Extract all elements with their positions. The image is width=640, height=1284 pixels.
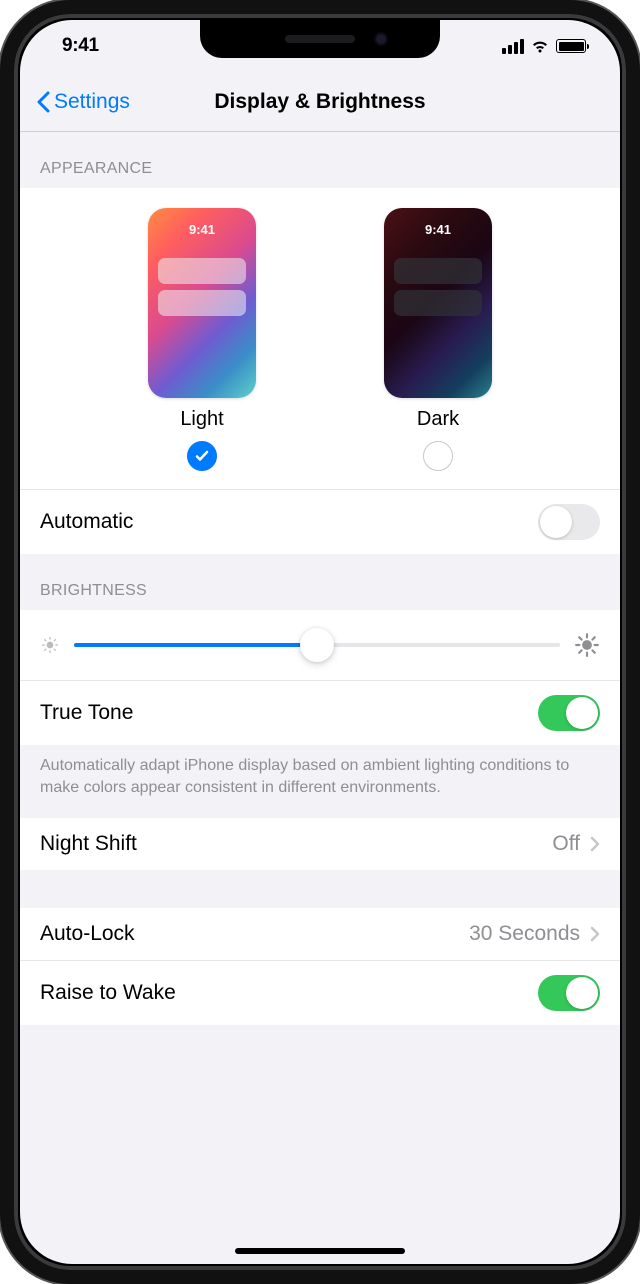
dark-radio[interactable] [423, 441, 453, 471]
light-label: Light [180, 408, 223, 431]
light-radio[interactable] [187, 441, 217, 471]
back-button[interactable]: Settings [36, 90, 130, 114]
night-shift-value: Off [552, 832, 580, 856]
wifi-icon [530, 39, 550, 54]
dark-preview-image: 9:41 [384, 208, 492, 398]
true-tone-row: True Tone [20, 680, 620, 745]
true-tone-label: True Tone [40, 701, 133, 725]
automatic-toggle[interactable] [538, 504, 600, 540]
section-header-appearance: Appearance [20, 132, 620, 188]
sun-max-icon [574, 632, 600, 658]
auto-lock-label: Auto-Lock [40, 922, 135, 946]
navigation-bar: Settings Display & Brightness [20, 72, 620, 132]
slider-thumb[interactable] [300, 628, 334, 662]
home-indicator[interactable] [235, 1248, 405, 1254]
auto-lock-row[interactable]: Auto-Lock 30 Seconds [20, 908, 620, 960]
brightness-slider[interactable] [74, 643, 560, 647]
chevron-right-icon [590, 836, 600, 852]
appearance-option-light[interactable]: 9:41 Light [148, 208, 256, 471]
chevron-left-icon [36, 91, 50, 113]
raise-to-wake-label: Raise to Wake [40, 981, 176, 1005]
automatic-label: Automatic [40, 510, 133, 534]
sun-min-icon [40, 635, 60, 655]
section-header-brightness: Brightness [20, 554, 620, 610]
chevron-right-icon [590, 926, 600, 942]
true-tone-footer: Automatically adapt iPhone display based… [20, 745, 620, 810]
night-shift-label: Night Shift [40, 832, 137, 856]
light-preview-image: 9:41 [148, 208, 256, 398]
appearance-option-dark[interactable]: 9:41 Dark [384, 208, 492, 471]
battery-icon [556, 39, 586, 53]
auto-lock-value: 30 Seconds [469, 922, 580, 946]
checkmark-icon [194, 448, 210, 464]
status-time: 9:41 [62, 35, 99, 57]
true-tone-toggle[interactable] [538, 695, 600, 731]
dark-label: Dark [417, 408, 459, 431]
automatic-row: Automatic [20, 489, 620, 554]
raise-to-wake-toggle[interactable] [538, 975, 600, 1011]
night-shift-row[interactable]: Night Shift Off [20, 818, 620, 870]
raise-to-wake-row: Raise to Wake [20, 960, 620, 1025]
notch [200, 20, 440, 58]
back-label: Settings [54, 90, 130, 114]
cellular-signal-icon [502, 39, 524, 54]
